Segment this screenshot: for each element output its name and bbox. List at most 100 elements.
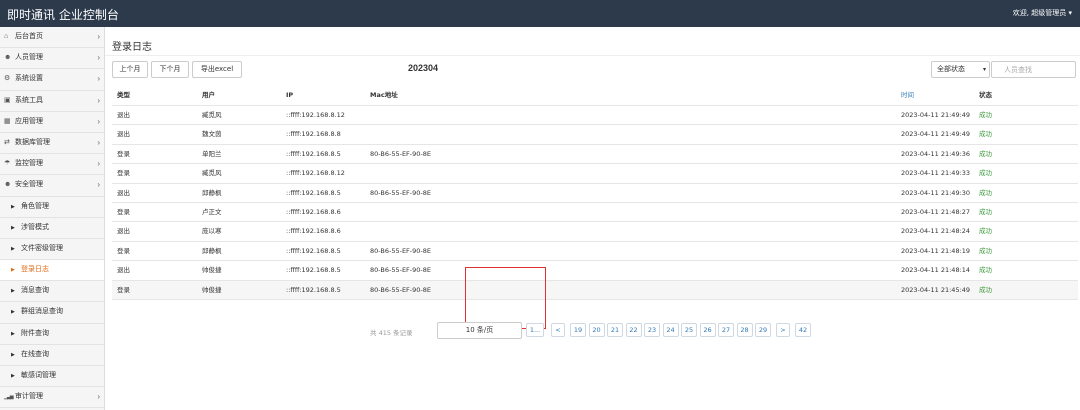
table-cell: ::ffff:192.168.8.6 [286, 207, 341, 216]
table-cell: 成功 [979, 169, 992, 178]
login-log-table: 类型 用户 IP Mac地址 时间 状态 退出 臧觅风::ffff:192.168.8.12 2… [112, 86, 1078, 300]
export-excel-button[interactable]: 导出excel [192, 61, 242, 78]
sidebar-item[interactable]: ▦ 应用管理 › [0, 112, 104, 133]
page-button[interactable]: 1... [526, 323, 544, 337]
mac-highlight-box [465, 267, 546, 329]
sidebar-item[interactable]: ▣ 系统工具 › [0, 91, 104, 112]
chevron-right-icon: › [97, 392, 100, 402]
sidebar-item-label: 系统设置 [15, 75, 43, 83]
toolbox-icon: ▣ [4, 96, 11, 104]
sidebar-subitem-label: 登录日志 [21, 266, 49, 274]
table-row: 登录 邱静枫::ffff:192.168.8.5 80-B6-55-EF-90-8E… [112, 242, 1078, 262]
chevron-down-icon: ▾ [982, 66, 986, 73]
table-cell: 2023-04-11 21:48:27 [901, 207, 971, 216]
page-button[interactable]: 29 [755, 323, 771, 337]
sidebar-item-label: 后台首页 [15, 33, 43, 40]
table-cell: 退出 [117, 188, 130, 197]
chevron-right-icon: › [97, 95, 100, 105]
sidebar-subitem[interactable]: ▶ 附件查询 [0, 324, 104, 345]
table-cell: 登录 [117, 246, 130, 255]
sidebar-subitem[interactable]: ▶ 登录日志 [0, 260, 104, 282]
table-cell: 卢正文 [202, 207, 222, 216]
table-cell: 80-B6-55-EF-90-8E [370, 246, 431, 255]
sidebar-item[interactable]: ☻ 安全管理 › [0, 175, 104, 197]
page-button[interactable]: 28 [736, 323, 753, 337]
table-cell: 退出 [117, 227, 130, 236]
sidebar-subitem-label: 文件密级管理 [21, 244, 63, 252]
page-button[interactable]: 22 [625, 323, 642, 337]
table-cell: 邱静枫 [202, 246, 222, 255]
sidebar-item[interactable]: ⌂ 后台首页 › [0, 27, 104, 49]
table-cell: 成功 [979, 227, 992, 236]
sidebar-subitem-label: 在线查询 [21, 350, 49, 358]
table-cell: 2023-04-11 21:49:49 [901, 130, 971, 139]
sidebar-subitem[interactable]: ▶ 敏感词管理 [0, 366, 104, 388]
table-cell: 退出 [117, 111, 130, 119]
chevron-right-icon: › [97, 180, 100, 190]
column-header: 类型 [117, 91, 130, 99]
page-button[interactable]: 19 [570, 323, 586, 337]
page-button[interactable]: 21 [607, 323, 623, 337]
next-month-button[interactable]: 下个月 [151, 61, 189, 78]
sidebar-item[interactable]: ⇄ 数据库管理 › [0, 133, 104, 155]
page-size-select[interactable]: 10 条/页 [437, 322, 522, 339]
sidebar-subitem[interactable]: ▶ 文件密级管理 [0, 239, 104, 261]
table-row: 退出 邱静枫::ffff:192.168.8.5 80-B6-55-EF-90-8E… [112, 184, 1078, 203]
top-bar: 即时通讯 企业控制台 欢迎, 超级管理员 ▾ [0, 0, 1080, 27]
page-button[interactable]: 26 [699, 323, 716, 337]
sidebar-subitem[interactable]: ▶ 群组消息查询 [0, 302, 104, 324]
table-cell: 帅俊捷 [202, 285, 222, 294]
sidebar-item[interactable]: ⚙ 系统设置 › [0, 69, 104, 91]
table-cell: 臧觅风 [202, 169, 222, 178]
table-cell: 成功 [979, 207, 992, 216]
table-cell: ::ffff:192.168.8.8 [286, 130, 341, 139]
sidebar-subitem-label: 涉管模式 [21, 223, 49, 231]
sidebar-subitem[interactable]: ▶ 消息查询 [0, 281, 104, 303]
prev-month-button[interactable]: 上个月 [112, 61, 148, 78]
table-cell: 2023-04-11 21:48:19 [901, 246, 971, 255]
sidebar-subitem[interactable]: ▶ 涉管模式 [0, 218, 104, 239]
page-title: 登录日志 [112, 42, 152, 53]
table-row: 登录 臧觅风::ffff:192.168.8.12 2023-04-11 21:49… [112, 164, 1078, 184]
caret-right-icon: ▶ [11, 351, 15, 358]
sidebar-item[interactable]: ☻ 人员管理 › [0, 48, 104, 70]
sidebar-subitem[interactable]: ▶ 角色管理 [0, 197, 104, 218]
page-button[interactable]: 25 [681, 323, 697, 337]
sidebar-item-label: 数据库管理 [15, 138, 50, 146]
sidebar-subitem-label: 消息查询 [21, 287, 49, 295]
sidebar-item-label: 应用管理 [15, 117, 43, 125]
sidebar-item[interactable]: ☂ 监控管理 › [0, 154, 104, 176]
column-header: IP [286, 91, 294, 99]
total-count: 共 415 条记录 [370, 329, 413, 337]
sidebar: ⌂ 后台首页 › ☻ 人员管理 › ⚙ 系统设置 › ▣ 系统工具 › ▦ 应用管理 › ⇄ 数据库管理 › ☂ 监控… [0, 27, 105, 410]
table-cell: ::ffff:192.168.8.5 [286, 285, 341, 294]
page-button[interactable]: 24 [662, 323, 679, 337]
audit-icon: ▁▃▅ [4, 394, 14, 401]
sidebar-subitem[interactable]: ▶ 在线查询 [0, 345, 104, 366]
prev-page-button[interactable]: < [551, 323, 565, 337]
table-cell: 登录 [117, 285, 130, 294]
sidebar-item-label: 审计管理 [15, 393, 43, 401]
sidebar-item[interactable]: ▁▃▅ 审计管理 › [0, 387, 104, 409]
table-cell: 2023-04-11 21:48:14 [901, 266, 971, 275]
table-cell: 80-B6-55-EF-90-8E [370, 188, 431, 197]
column-header: 状态 [979, 91, 992, 99]
table-cell: ::ffff:192.168.8.5 [286, 188, 341, 197]
table-cell: 2023-04-11 21:45:49 [901, 285, 971, 294]
page-button[interactable]: 20 [588, 323, 605, 337]
table-cell: 登录 [117, 207, 130, 216]
security-icon: ☻ [4, 181, 12, 189]
next-page-button[interactable]: > [776, 323, 790, 337]
main-content: 登录日志 上个月 下个月 导出excel 202304 全部状态 ▾ 类型 用户 I… [105, 27, 1080, 410]
status-select[interactable]: 全部状态 ▾ [931, 61, 990, 78]
user-menu[interactable]: 欢迎, 超级管理员 ▾ [1013, 8, 1072, 18]
page-button[interactable]: 23 [644, 323, 660, 337]
search-input[interactable] [991, 61, 1076, 78]
page-button[interactable]: 42 [795, 323, 811, 337]
table-cell: 庞以寒 [202, 227, 222, 236]
page-button[interactable]: 27 [718, 323, 734, 337]
table-cell: 80-B6-55-EF-90-8E [370, 266, 431, 275]
chevron-right-icon: › [97, 74, 100, 84]
column-header[interactable]: 时间 [901, 86, 914, 105]
sidebar-subitem-label: 敏感词管理 [21, 372, 56, 379]
